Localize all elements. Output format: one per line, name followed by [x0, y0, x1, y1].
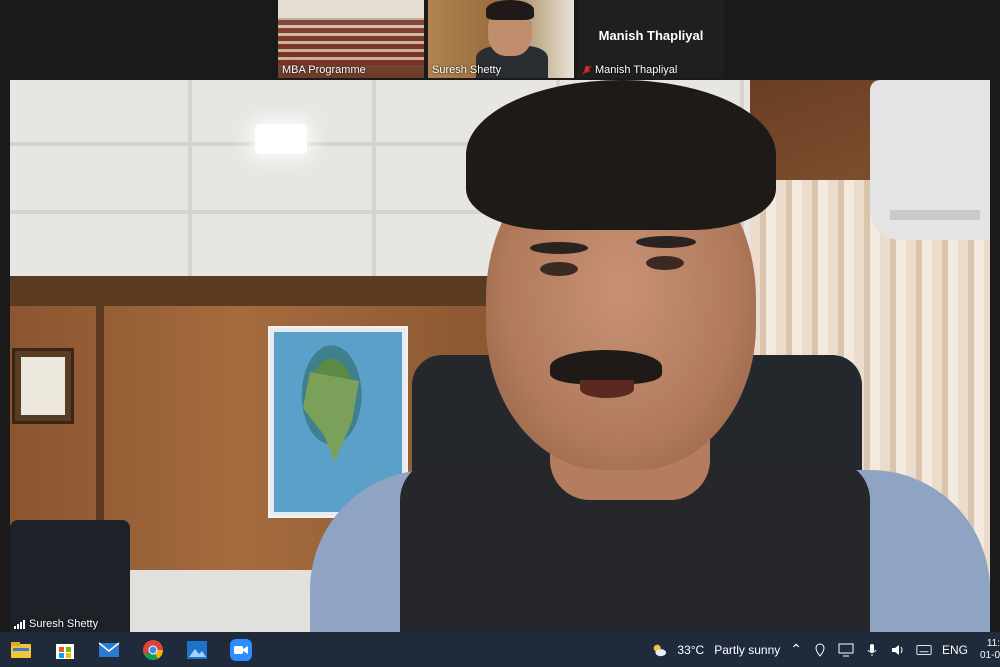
- speaker-name: Suresh Shetty: [29, 618, 99, 630]
- participant-name-label: MBA Programme: [282, 64, 366, 76]
- participant-name-label: Suresh Shetty: [432, 64, 501, 76]
- system-tray: 33°C Partly sunny ⌃ ENG 11: 01-0: [651, 632, 1000, 667]
- desk: [130, 570, 330, 632]
- input-language[interactable]: ENG: [942, 643, 968, 657]
- mail-icon[interactable]: [94, 635, 124, 665]
- active-speaker-video[interactable]: Suresh Shetty: [10, 80, 990, 632]
- speaker-name-label: Suresh Shetty: [14, 618, 98, 630]
- ceiling-light: [255, 124, 307, 154]
- clock-time: 11:: [986, 637, 1000, 649]
- location-icon[interactable]: [812, 642, 828, 658]
- office-chair: [10, 520, 130, 632]
- system-clock[interactable]: 11: 01-0: [978, 638, 1000, 662]
- display-icon[interactable]: [838, 642, 854, 658]
- connection-signal-icon: [14, 619, 25, 629]
- volume-icon[interactable]: [890, 642, 906, 658]
- wall-certificate: [12, 348, 74, 424]
- store-icon[interactable]: [50, 635, 80, 665]
- participant-tile-manish-thapliyal[interactable]: Manish Thapliyal Manish Thapliyal: [578, 0, 724, 78]
- microphone-muted-icon: [582, 65, 592, 75]
- zoom-icon[interactable]: [226, 635, 256, 665]
- windows-taskbar: 33°C Partly sunny ⌃ ENG 11: 01-0: [0, 632, 1000, 667]
- speaker-hair: [466, 80, 776, 230]
- participant-name: Manish Thapliyal: [595, 64, 678, 76]
- microphone-icon[interactable]: [864, 642, 880, 658]
- weather-description[interactable]: Partly sunny: [714, 643, 780, 657]
- file-explorer-icon[interactable]: [6, 635, 36, 665]
- weather-temperature[interactable]: 33°C: [677, 643, 704, 657]
- keyboard-icon[interactable]: [916, 642, 932, 658]
- participant-tile-mba-programme[interactable]: MBA Programme: [278, 0, 424, 78]
- participant-thumbnail-strip: MBA Programme Suresh Shetty Manish Thapl…: [278, 0, 724, 80]
- photos-icon[interactable]: [182, 635, 212, 665]
- participant-name: Suresh Shetty: [432, 64, 502, 76]
- participant-name: MBA Programme: [282, 64, 366, 76]
- participant-tile-suresh-shetty[interactable]: Suresh Shetty: [428, 0, 574, 78]
- zoom-meeting-window: MBA Programme Suresh Shetty Manish Thapl…: [0, 0, 1000, 632]
- taskbar-pinned-apps: [0, 635, 256, 665]
- clock-date: 01-0: [979, 649, 1000, 661]
- participant-display-name: Manish Thapliyal: [598, 28, 704, 43]
- air-conditioner: [870, 80, 990, 240]
- participant-name-label: Manish Thapliyal: [582, 64, 677, 76]
- chevron-up-icon[interactable]: ⌃: [790, 641, 802, 658]
- chrome-icon[interactable]: [138, 635, 168, 665]
- weather-icon[interactable]: [651, 642, 667, 658]
